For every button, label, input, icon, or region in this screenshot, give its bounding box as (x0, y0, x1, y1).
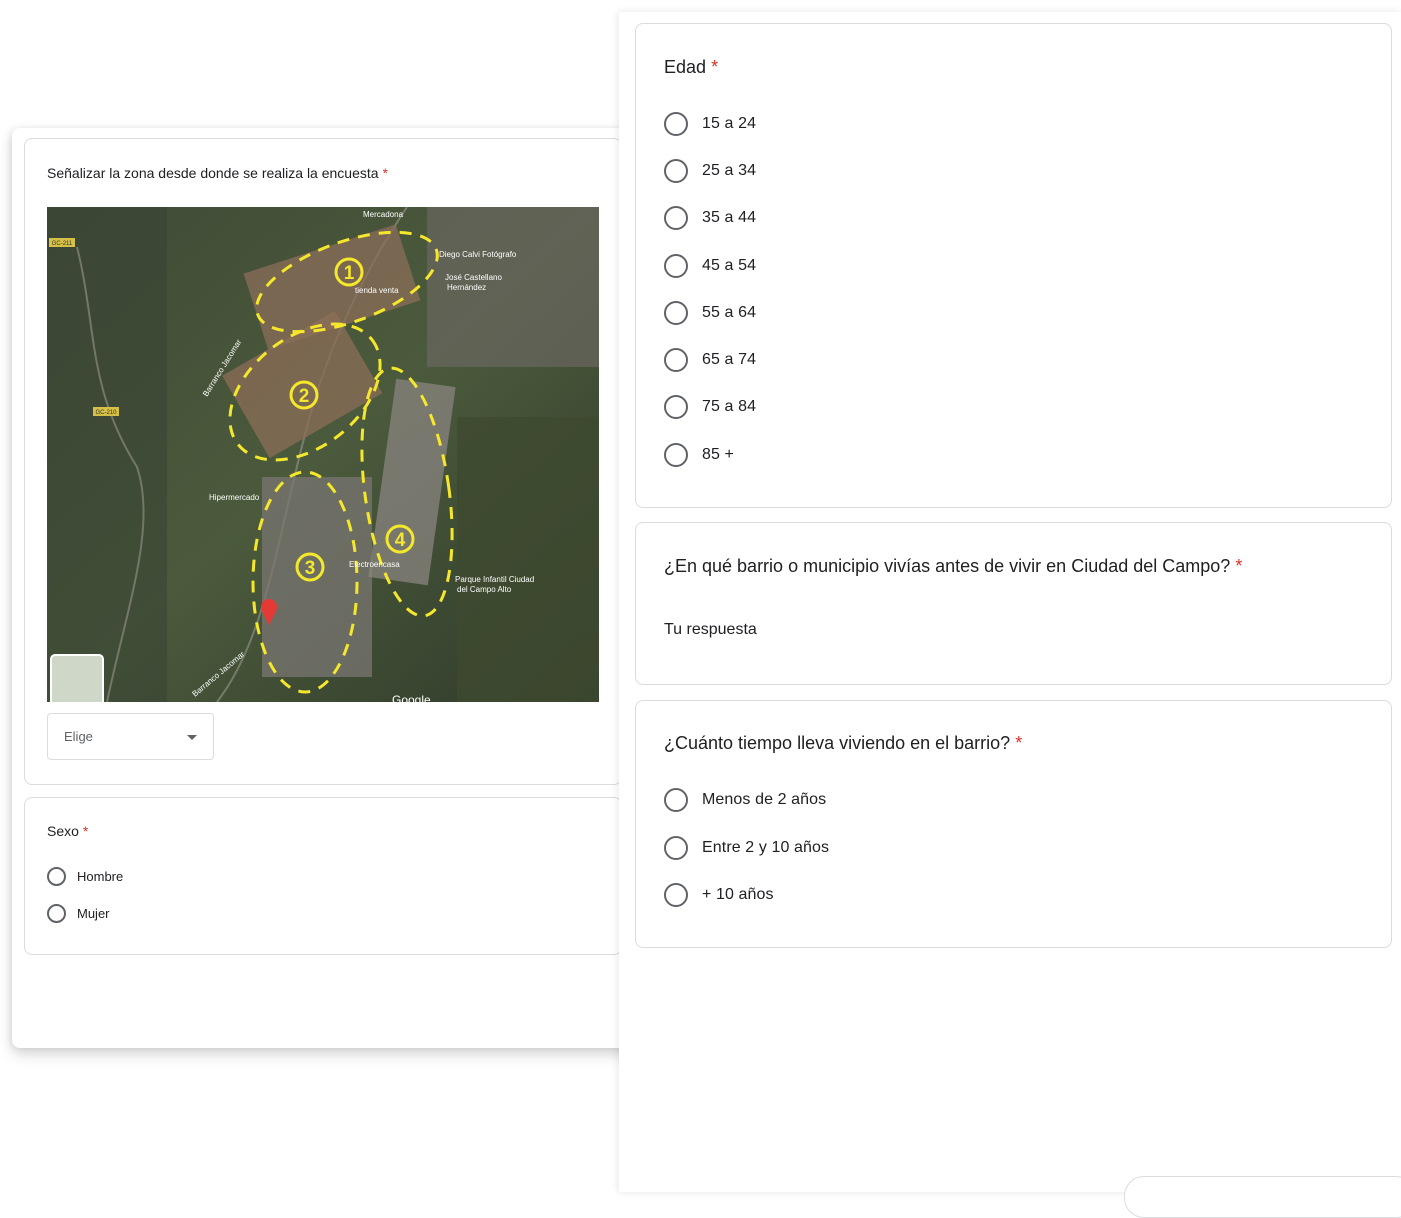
svg-text:2: 2 (299, 386, 310, 407)
location-question-text: Señalizar la zona desde donde se realiza… (47, 165, 379, 181)
svg-text:Diego Calvi Fotógrafo: Diego Calvi Fotógrafo (439, 250, 517, 259)
svg-text:Hernández: Hernández (447, 283, 486, 292)
barrio-question-card: ¿En qué barrio o municipio vivías antes … (635, 522, 1392, 685)
svg-text:Electroencasa: Electroencasa (349, 560, 400, 569)
svg-text:del Campo Alto: del Campo Alto (457, 585, 512, 594)
option-label: 25 a 34 (702, 162, 757, 179)
sexo-option-mujer[interactable]: Mujer (47, 904, 110, 923)
radio-button[interactable] (47, 904, 66, 923)
radio-button[interactable] (664, 348, 688, 372)
radio-button[interactable] (664, 443, 688, 467)
option-label: Entre 2 y 10 años (702, 839, 830, 856)
option-label: 35 a 44 (702, 209, 757, 226)
zone-select-placeholder: Elige (64, 729, 93, 744)
sexo-question-card: Sexo * Hombre Mujer (24, 797, 622, 955)
option-label: 75 a 84 (702, 398, 757, 415)
radio-button[interactable] (664, 788, 688, 812)
chevron-down-icon (187, 735, 197, 740)
option-label: Mujer (77, 906, 110, 921)
edad-option-65-74[interactable]: 65 a 74 (664, 348, 756, 372)
edad-option-35-44[interactable]: 35 a 44 (664, 206, 756, 230)
tiempo-question-title: ¿Cuánto tiempo lleva viviendo en el barr… (664, 733, 1022, 754)
option-label: 85 + (702, 446, 734, 463)
edad-option-45-54[interactable]: 45 a 54 (664, 254, 756, 278)
svg-text:3: 3 (305, 558, 316, 579)
option-label: Hombre (77, 869, 124, 884)
tiempo-question-card: ¿Cuánto tiempo lleva viviendo en el barr… (635, 700, 1392, 948)
edad-option-25-34[interactable]: 25 a 34 (664, 159, 756, 183)
radio-button[interactable] (664, 206, 688, 230)
partial-card-edge (1124, 1176, 1401, 1218)
sexo-option-hombre[interactable]: Hombre (47, 867, 123, 886)
edad-option-75-84[interactable]: 75 a 84 (664, 395, 756, 419)
option-label: + 10 años (702, 886, 774, 903)
option-label: 45 a 54 (702, 257, 757, 274)
radio-button[interactable] (664, 395, 688, 419)
tiempo-option-2-10[interactable]: Entre 2 y 10 años (664, 836, 829, 860)
radio-button[interactable] (47, 867, 66, 886)
option-label: 65 a 74 (702, 351, 757, 368)
location-question-card: Señalizar la zona desde donde se realiza… (24, 138, 622, 785)
required-asterisk: * (1235, 556, 1243, 576)
sexo-question-text: Sexo (47, 823, 79, 839)
zone-map-image: 1 2 3 4 Mercadona Diego Calvi Fotógrafo … (47, 207, 599, 702)
tiempo-option-menos-2[interactable]: Menos de 2 años (664, 788, 826, 812)
radio-button[interactable] (664, 254, 688, 278)
option-label: 55 a 64 (702, 304, 757, 321)
svg-text:José Castellano: José Castellano (445, 273, 502, 282)
svg-text:4: 4 (395, 530, 406, 551)
svg-text:GC-211: GC-211 (52, 241, 73, 247)
svg-text:tienda venta: tienda venta (355, 286, 399, 295)
barrio-question-title: ¿En qué barrio o municipio vivías antes … (664, 556, 1242, 577)
radio-button[interactable] (664, 301, 688, 325)
option-label: Menos de 2 años (702, 791, 827, 808)
required-asterisk: * (711, 57, 719, 77)
svg-text:Google: Google (392, 693, 431, 702)
svg-text:Mercadona: Mercadona (363, 210, 404, 219)
svg-text:Parque Infantil Ciudad: Parque Infantil Ciudad (455, 575, 534, 584)
required-asterisk: * (1015, 733, 1023, 753)
radio-button[interactable] (664, 159, 688, 183)
barrio-question-text: ¿En qué barrio o municipio vivías antes … (664, 556, 1231, 576)
edad-question-title: Edad * (664, 57, 718, 78)
svg-text:1: 1 (344, 263, 355, 284)
edad-option-55-64[interactable]: 55 a 64 (664, 301, 756, 325)
svg-text:GC-210: GC-210 (95, 410, 117, 416)
sexo-question-title: Sexo * (47, 823, 88, 839)
required-asterisk: * (82, 823, 89, 839)
edad-option-85-plus[interactable]: 85 + (664, 443, 734, 467)
tiempo-question-text: ¿Cuánto tiempo lleva viviendo en el barr… (664, 733, 1011, 753)
zone-select-dropdown[interactable]: Elige (47, 713, 214, 760)
radio-button[interactable] (664, 836, 688, 860)
edad-option-15-24[interactable]: 15 a 24 (664, 112, 756, 136)
barrio-answer-input[interactable]: Tu respuesta (664, 621, 994, 645)
edad-question-card: Edad * 15 a 24 25 a 34 35 a 44 45 a 54 5… (635, 23, 1392, 508)
required-asterisk: * (382, 165, 388, 181)
answer-placeholder: Tu respuesta (664, 621, 757, 638)
edad-question-text: Edad (664, 57, 707, 77)
tiempo-option-mas-10[interactable]: + 10 años (664, 883, 774, 907)
location-question-title: Señalizar la zona desde donde se realiza… (47, 165, 388, 181)
svg-text:Hipermercado: Hipermercado (209, 493, 260, 502)
option-label: 15 a 24 (702, 115, 757, 132)
radio-button[interactable] (664, 112, 688, 136)
radio-button[interactable] (664, 883, 688, 907)
